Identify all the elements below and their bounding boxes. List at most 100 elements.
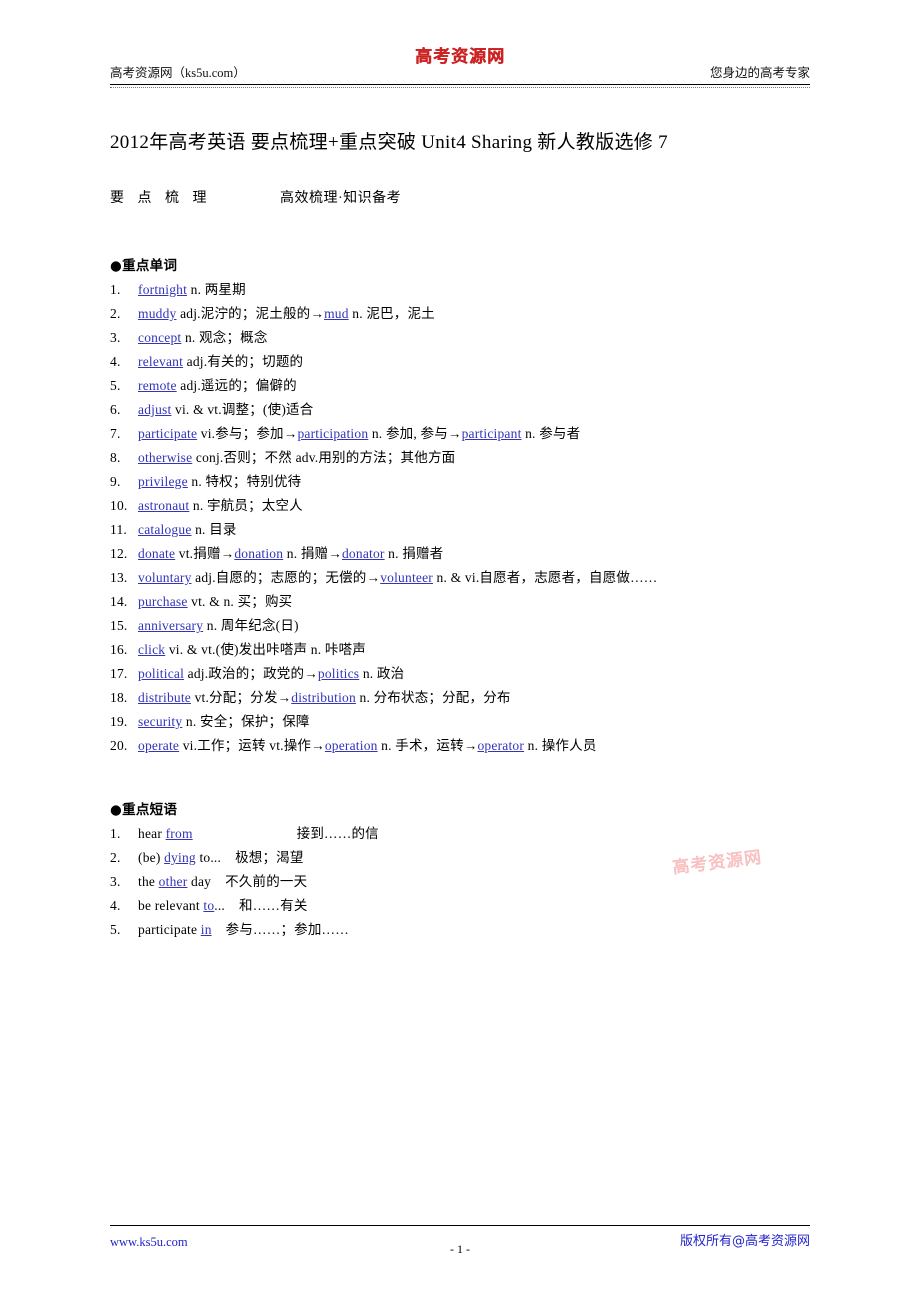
phrase-meaning: 接到……的信 [296, 826, 379, 841]
item-number: 18. [110, 690, 128, 705]
vocab-link[interactable]: donation [234, 546, 283, 561]
item-definition: adj.政治的；政党的→ [184, 666, 318, 681]
item-text: anniversary n. 周年纪念(日) [138, 614, 810, 638]
item-text: remote adj.遥远的；偏僻的 [138, 374, 810, 398]
phrase-suffix: to... [195, 850, 222, 865]
vocab-link[interactable]: muddy [138, 306, 177, 321]
key-word-item: 3. concept n. 观念；概念 [110, 326, 810, 350]
item-definition: n. 周年纪念(日) [203, 618, 299, 633]
vocab-link[interactable]: politics [318, 666, 359, 681]
item-text: distribute vt.分配；分发→distribution n. 分布状态… [138, 686, 810, 710]
item-text: otherwise conj.否则；不然 adv.用别的方法；其他方面 [138, 446, 810, 470]
vocab-link[interactable]: operation [325, 738, 378, 753]
item-text: catalogue n. 目录 [138, 518, 810, 542]
item-definition: vi. & vt.调整；(使)适合 [171, 402, 314, 417]
key-phrase-item: 2. (be) dying to... 极想；渴望 [110, 846, 810, 870]
item-text: adjust vi. & vt.调整；(使)适合 [138, 398, 810, 422]
vocab-link[interactable]: voluntary [138, 570, 192, 585]
section-banner-title: 要 点 梳 理 [110, 191, 212, 206]
key-word-item: 14. purchase vt. & n. 买；购买 [110, 590, 810, 614]
vocab-link[interactable]: distribute [138, 690, 191, 705]
vocab-link[interactable]: participation [297, 426, 368, 441]
vocab-link[interactable]: political [138, 666, 184, 681]
footer-divider [110, 1225, 810, 1226]
vocab-link[interactable]: purchase [138, 594, 188, 609]
item-text: operate vi.工作；运转 vt.操作→operation n. 手术，运… [138, 734, 810, 758]
item-number: 15. [110, 618, 128, 633]
vocab-link[interactable]: operator [477, 738, 524, 753]
item-text: the other day 不久前的一天 [138, 870, 810, 894]
phrase-link[interactable]: in [201, 922, 212, 937]
vocab-link[interactable]: relevant [138, 354, 183, 369]
item-number: 1. [110, 826, 121, 841]
phrase-meaning: 和……有关 [239, 898, 308, 913]
vocab-link[interactable]: concept [138, 330, 181, 345]
phrase-link[interactable]: from [166, 826, 193, 841]
vocab-link[interactable]: security [138, 714, 182, 729]
footer-copyright: 版权所有@高考资源网 [679, 1234, 810, 1249]
key-word-item: 4. relevant adj.有关的；切题的 [110, 350, 810, 374]
item-definition: n. 政治 [359, 666, 405, 681]
item-definition: n. 泥巴，泥土 [348, 306, 435, 321]
item-number: 4. [110, 898, 121, 913]
vocab-link[interactable]: click [138, 642, 165, 657]
key-word-item: 1. fortnight n. 两星期 [110, 278, 810, 302]
phrase-prefix: participate [138, 922, 201, 937]
item-number: 13. [110, 570, 128, 585]
item-definition: n. 分布状态；分配，分布 [355, 690, 511, 705]
item-definition: n. 捐赠→ [283, 546, 342, 561]
item-definition: adj.泥泞的；泥土般的→ [176, 306, 325, 321]
key-words-heading: ●重点单词 [110, 258, 178, 274]
key-word-item: 18. distribute vt.分配；分发→distribution n. 分… [110, 686, 810, 710]
phrase-link[interactable]: to [203, 898, 214, 913]
item-number: 16. [110, 642, 128, 657]
item-number: 11. [110, 522, 127, 537]
key-phrase-item: 3. the other day 不久前的一天 [110, 870, 810, 894]
key-phrase-item: 5. participate in 参与……；参加…… [110, 918, 810, 942]
item-number: 19. [110, 714, 128, 729]
vocab-link[interactable]: catalogue [138, 522, 192, 537]
item-definition: n. 目录 [191, 522, 237, 537]
key-word-item: 6. adjust vi. & vt.调整；(使)适合 [110, 398, 810, 422]
item-number: 1. [110, 282, 121, 297]
vocab-link[interactable]: distribution [291, 690, 356, 705]
item-definition: n. 两星期 [187, 282, 246, 297]
vocab-link[interactable]: participant [462, 426, 522, 441]
vocab-link[interactable]: adjust [138, 402, 171, 417]
vocab-link[interactable]: otherwise [138, 450, 192, 465]
item-number: 2. [110, 850, 121, 865]
phrase-prefix: the [138, 874, 159, 889]
phrase-link[interactable]: other [159, 874, 188, 889]
item-number: 14. [110, 594, 128, 609]
vocab-link[interactable]: operate [138, 738, 179, 753]
item-text: fortnight n. 两星期 [138, 278, 810, 302]
item-number: 12. [110, 546, 128, 561]
item-text: click vi. & vt.(使)发出咔嗒声 n. 咔嗒声 [138, 638, 810, 662]
vocab-link[interactable]: donate [138, 546, 175, 561]
vocab-link[interactable]: privilege [138, 474, 188, 489]
item-text: donate vt.捐赠→donation n. 捐赠→donator n. 捐… [138, 542, 810, 566]
vocab-link[interactable]: anniversary [138, 618, 203, 633]
phrase-meaning: 极想；渴望 [235, 850, 304, 865]
key-words-block: ●重点单词 1. fortnight n. 两星期 2. muddy adj.泥泞的；… [110, 254, 810, 758]
item-number: 9. [110, 474, 121, 489]
phrase-suffix: day [187, 874, 212, 889]
vocab-link[interactable]: donator [342, 546, 385, 561]
item-text: muddy adj.泥泞的；泥土般的→mud n. 泥巴，泥土 [138, 302, 810, 326]
vocab-link[interactable]: participate [138, 426, 197, 441]
key-word-item: 13. voluntary adj.自愿的；志愿的；无偿的→volunteer n… [110, 566, 810, 590]
phrase-meaning: 参与……；参加…… [225, 922, 349, 937]
vocab-link[interactable]: mud [324, 306, 349, 321]
vocab-link[interactable]: volunteer [380, 570, 433, 585]
item-number: 8. [110, 450, 121, 465]
phrase-link[interactable]: dying [164, 850, 196, 865]
vocab-link[interactable]: remote [138, 378, 177, 393]
phrase-meaning: 不久前的一天 [225, 874, 308, 889]
key-word-item: 9. privilege n. 特权；特别优待 [110, 470, 810, 494]
vocab-link[interactable]: astronaut [138, 498, 189, 513]
vocab-link[interactable]: fortnight [138, 282, 187, 297]
page-footer: www.ks5u.com - 1 - 版权所有@高考资源网 [110, 1225, 810, 1256]
key-phrases-block: ●重点短语 1. hear from 接到……的信 2. (be) dying to.… [110, 798, 810, 942]
